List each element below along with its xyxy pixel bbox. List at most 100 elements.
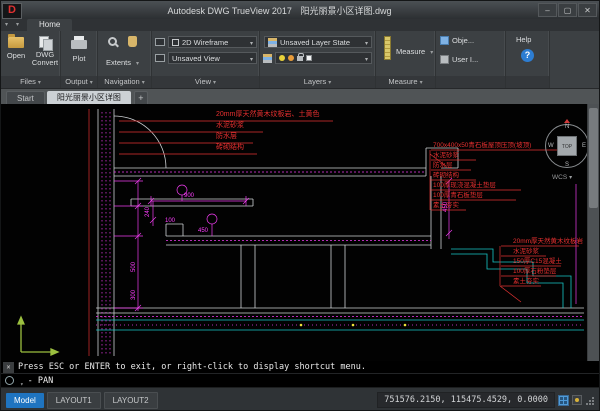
dimension-text: 450 <box>443 202 449 212</box>
help-label: Help <box>516 35 531 44</box>
measure-panel-label[interactable]: Measure <box>376 76 435 88</box>
layer-state-dropdown[interactable]: Unsaved Layer State <box>264 36 372 48</box>
annotation: 防水层 <box>216 133 237 141</box>
minimize-button[interactable]: – <box>538 3 557 17</box>
help-icon[interactable] <box>521 49 534 62</box>
panel-measure: Measure Measure <box>376 31 436 88</box>
navigation-panel-label[interactable]: Navigation <box>98 76 151 88</box>
drawing-viewport[interactable]: 20mm厚天然黄木纹板岩、土黄色 水泥砂浆 防水层 砖砌结构 700x400x5… <box>1 104 599 361</box>
layer-state-value: Unsaved Layer State <box>280 38 350 47</box>
layer-on-icon <box>279 55 285 61</box>
window-controls: – ▢ ✕ <box>537 3 597 17</box>
open-label: Open <box>7 52 25 60</box>
annotation: 水泥砂浆 <box>433 152 459 160</box>
panel-tools: Obje... User I... <box>436 31 506 88</box>
help-button[interactable]: Help <box>516 35 531 44</box>
view-caret-icon <box>211 77 216 86</box>
wcs-caret-icon <box>567 174 572 181</box>
maximize-button[interactable]: ▢ <box>558 3 577 17</box>
command-close-button[interactable]: ✕ <box>3 362 14 373</box>
layer-lock-icon <box>297 56 303 61</box>
annotation: 100厚青石板垫层 <box>433 192 483 200</box>
output-panel-label[interactable]: Output <box>61 76 97 88</box>
layer-color-swatch <box>306 55 312 61</box>
compass-n[interactable]: N <box>565 124 569 130</box>
command-prompt: Press ESC or ENTER to exit, or right-cli… <box>18 362 366 372</box>
zoom-extents-icon[interactable] <box>108 37 117 46</box>
compass-w[interactable]: W <box>548 143 554 149</box>
open-button[interactable]: Open <box>3 32 29 60</box>
dimension-text: 100 <box>165 218 175 224</box>
help-panel-label <box>506 76 549 88</box>
layout2-tab[interactable]: LAYOUT2 <box>104 392 158 409</box>
tab-start[interactable]: Start <box>6 91 45 104</box>
viewport-icon[interactable] <box>155 38 165 46</box>
title-bar: D Autodesk DWG TrueView 2017 阳光丽景小区详图.dw… <box>1 1 599 19</box>
dimension-text: 450 <box>198 228 208 234</box>
panel-view: 2D Wireframe Unsaved View View <box>152 31 260 88</box>
annotation: 砖砌结构 <box>216 144 244 152</box>
layer-caret-icon <box>365 54 368 63</box>
ribbon-tab-home[interactable]: Home <box>27 19 72 31</box>
convert-sheets-icon <box>39 36 52 49</box>
visual-style-dropdown[interactable]: 2D Wireframe <box>168 36 257 48</box>
quick-access-caret-icon[interactable]: ▾ <box>1 19 12 31</box>
visual-style-value: 2D Wireframe <box>182 38 228 47</box>
window-title: Autodesk DWG TrueView 2017 阳光丽景小区详图.dwg <box>22 4 537 17</box>
files-caret-icon <box>36 77 41 86</box>
camera-icon[interactable] <box>155 54 165 62</box>
named-view-dropdown[interactable]: Unsaved View <box>168 52 257 64</box>
plot-label: Plot <box>73 55 86 63</box>
wcs-selector[interactable]: WCS <box>552 174 572 181</box>
compass-s[interactable]: S <box>565 162 569 168</box>
plot-button[interactable]: Plot <box>65 32 93 63</box>
layer-state-icon <box>268 38 277 47</box>
measure-caret-icon <box>418 77 423 86</box>
app-menu-caret-icon[interactable]: ▾ <box>12 19 23 31</box>
user-interface-button[interactable]: User I... <box>440 55 478 64</box>
viewcube[interactable]: N E S W TOP <box>541 120 593 172</box>
north-marker-icon <box>564 119 570 123</box>
compass-e[interactable]: E <box>582 143 586 149</box>
app-logo[interactable]: D <box>2 3 22 19</box>
layout1-tab[interactable]: LAYOUT1 <box>47 392 101 409</box>
active-command[interactable]: - PAN <box>28 376 54 386</box>
ucs-icon <box>18 317 58 355</box>
view-panel-label[interactable]: View <box>152 76 259 88</box>
convert-label-2: Convert <box>32 59 58 67</box>
annotation: 150厚C15混凝土 <box>513 258 562 266</box>
dimension-text: 500 <box>131 262 137 272</box>
panel-help: Help <box>506 31 550 88</box>
resize-grip[interactable] <box>585 396 594 405</box>
panel-layers: Unsaved Layer State Layers <box>260 31 376 88</box>
dimension-text: 240 <box>145 207 151 217</box>
layer-dropdown[interactable] <box>275 52 372 64</box>
dimension-text: 300 <box>131 290 137 300</box>
yellow-markers <box>300 324 407 327</box>
viewcube-top-face[interactable]: TOP <box>557 136 577 156</box>
vertical-scrollbar[interactable] <box>587 104 599 361</box>
close-button[interactable]: ✕ <box>578 3 597 17</box>
grid-icon[interactable] <box>558 395 569 406</box>
tab-active-drawing[interactable]: 阳光丽景小区详图 <box>47 91 131 104</box>
extents-button[interactable]: Extents <box>106 58 139 67</box>
dwg-convert-button[interactable]: DWG Convert <box>31 32 59 67</box>
annotation: 砖砌结构 <box>433 172 459 180</box>
user-interface-icon <box>440 55 449 64</box>
layers-panel-label[interactable]: Layers <box>260 76 375 88</box>
objects-button[interactable]: Obje... <box>440 36 474 45</box>
scrollbar-thumb[interactable] <box>589 108 598 208</box>
annotation: 水泥砂浆 <box>216 122 244 130</box>
model-tab[interactable]: Model <box>6 393 44 408</box>
new-tab-button[interactable]: + <box>134 91 148 104</box>
annotation: 20mm厚天然黄木纹板岩、土黄色 <box>216 111 319 119</box>
annotation-scale-icon[interactable] <box>572 395 582 405</box>
panel-output: Plot Output <box>61 31 98 88</box>
pan-icon[interactable] <box>128 36 137 47</box>
document-tab-bar: Start 阳光丽景小区详图 + <box>1 89 599 104</box>
files-panel-label[interactable]: Files <box>1 76 60 88</box>
output-caret-icon <box>88 77 93 86</box>
measure-btn-caret-icon <box>428 47 433 56</box>
layer-thaw-icon <box>288 55 294 61</box>
measure-button[interactable]: Measure <box>396 47 433 56</box>
